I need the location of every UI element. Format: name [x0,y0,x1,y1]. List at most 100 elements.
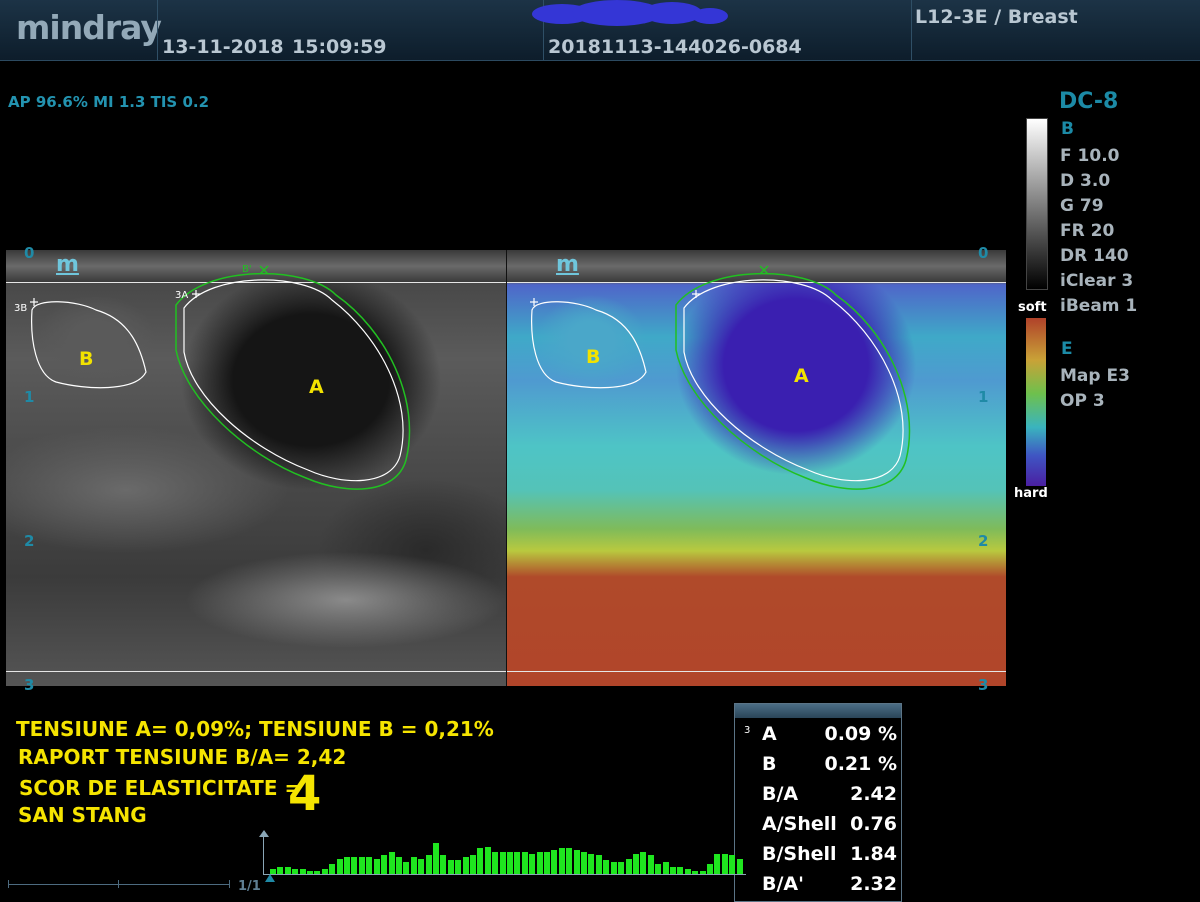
result-value: 0.09 % [824,723,897,745]
b-param-frame-rate: FR 20 [1060,221,1115,241]
cine-end-tick [229,880,230,888]
result-label: B [762,753,777,775]
pressure-bar [618,862,625,874]
pressure-bar [492,852,499,874]
pressure-bar [336,859,343,874]
result-label: A/Shell [762,813,837,835]
pressure-bar [603,860,610,874]
result-row: 3 A 0.09 % [735,718,901,748]
cine-frame-marker-icon[interactable] [265,874,275,882]
depth-tick-0-right: 0 [978,244,989,262]
result-value: 2.32 [850,873,897,895]
result-label: B/Shell [762,843,837,865]
elasto-hard-label: hard [1014,486,1048,501]
annotation-elasticity-score: SCOR DE ELASTICITATE = [19,776,302,800]
annotation-side: SAN STANG [18,803,147,827]
pressure-bar [573,850,580,874]
depth-tick-0-left: 0 [24,244,35,262]
pressure-bar [706,864,713,874]
pressure-bar [484,847,491,874]
ultrasound-image-area[interactable]: m m 3B 3A B' B A B A 0 1 2 3 0 1 2 3 [6,244,1006,694]
b-param-frequency: F 10.0 [1060,146,1120,166]
region-a-label-right: A [794,365,809,387]
pressure-bar [558,848,565,874]
orientation-marker-left: m [56,252,79,277]
pressure-bar [684,869,691,874]
elastography-color-bar [1026,318,1046,486]
lesion-b-outline-left [31,301,147,389]
shell-outline-left [175,272,411,490]
depth-tick-3-left: 3 [24,676,35,694]
roi-tag-a: 3A [175,290,189,301]
pressure-bar [366,857,373,874]
pressure-bar [447,860,454,874]
pressure-bar [358,857,365,874]
pressure-bar [277,867,284,874]
pressure-bar [329,864,336,874]
pressure-bar [507,852,513,874]
pressure-bar [455,860,462,874]
depth-tick-2-right: 2 [978,532,989,550]
pressure-bar [344,857,351,874]
pressure-bar [692,871,699,874]
pressure-bar [381,855,388,874]
pressure-bar [588,854,595,874]
result-row: B/A 2.42 [735,778,901,808]
pressure-bar [699,871,706,874]
pressure-bar [469,855,476,874]
result-row: A/Shell 0.76 [735,808,901,838]
results-table-header [735,704,901,718]
region-b-label-left: B [79,348,94,370]
pressure-bar [410,857,417,874]
pressure-bar [321,869,328,874]
e-param-map: Map E3 [1060,366,1130,386]
pressure-bar [544,852,551,874]
mode-b-label: B [1061,119,1074,139]
pressure-bar [714,854,721,874]
pressure-bar [521,852,528,874]
cine-scrollbar[interactable] [8,880,230,888]
pressure-bar [292,869,299,874]
pressure-bar [729,855,736,874]
cine-position-tick[interactable] [118,880,119,888]
roi-tag-shell: B' [242,264,252,275]
result-label: A [762,723,777,745]
result-value: 2.42 [850,783,897,805]
result-label: B/A' [762,873,804,895]
b-param-depth: D 3.0 [1060,171,1111,191]
pressure-bar [440,855,447,874]
roi-tag-b: 3B [14,303,28,314]
exam-time: 15:09:59 [292,36,387,58]
pressure-bar [314,871,321,874]
pressure-bar [499,852,506,874]
pressure-bar [432,843,439,874]
pressure-bar [514,852,521,874]
e-param-op: OP 3 [1060,391,1105,411]
depth-tick-1-right: 1 [978,388,989,406]
region-a-label-left: A [309,376,324,398]
brand-logo: mindray [16,8,162,47]
pressure-bar [462,857,469,874]
result-label: B/A [762,783,799,805]
result-row: B/Shell 1.84 [735,838,901,868]
header-divider [911,0,912,60]
pressure-bar [477,848,484,874]
probe-preset: L12-3E / Breast [915,6,1078,28]
pressure-bar [610,862,617,874]
b-param-dynamic-range: DR 140 [1060,246,1129,266]
pressure-bar [551,850,558,874]
b-param-gain: G 79 [1060,196,1104,216]
shell-markers [259,265,769,275]
pressure-bar [299,869,306,874]
depth-tick-3-right: 3 [978,676,989,694]
pressure-bar [595,855,602,874]
pressure-bar [425,855,432,874]
result-value: 0.76 [850,813,897,835]
cine-page-indicator: 1/1 [238,879,261,894]
pressure-bar [307,871,314,874]
acoustic-output: AP 96.6% MI 1.3 TIS 0.2 [8,93,210,111]
result-row: B 0.21 % [735,748,901,778]
pressure-bar [351,857,358,874]
result-value: 1.84 [850,843,897,865]
pressure-bar [403,862,410,874]
